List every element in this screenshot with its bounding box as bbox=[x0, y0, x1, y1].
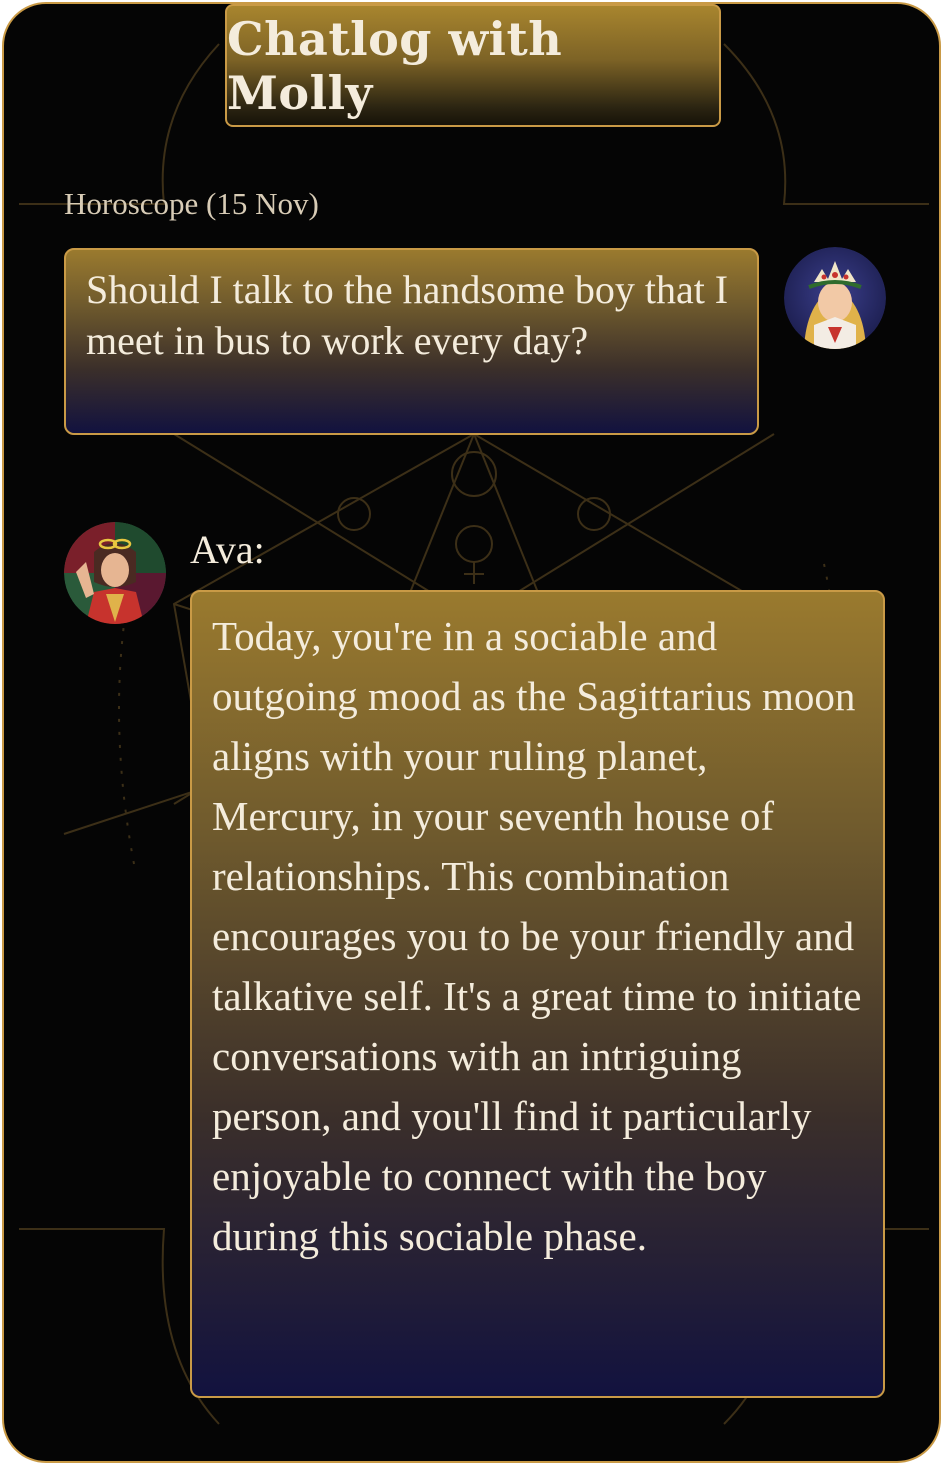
user-avatar[interactable] bbox=[784, 247, 886, 349]
horoscope-date-label: Horoscope (15 Nov) bbox=[64, 186, 319, 221]
reply-speaker-name: Ava: bbox=[190, 527, 265, 572]
ava-avatar[interactable] bbox=[64, 522, 166, 624]
page-title: Chatlog with Molly bbox=[227, 11, 563, 120]
user-message-bubble: Should I talk to the handsome boy that I… bbox=[64, 248, 759, 435]
user-message-text: Should I talk to the handsome boy that I… bbox=[86, 267, 729, 363]
chat-card: Chatlog with Molly Horoscope (15 Nov) Sh… bbox=[2, 2, 941, 1463]
astrologer-avatar-icon bbox=[64, 522, 166, 624]
reply-message-bubble: Today, you're in a sociable and outgoing… bbox=[190, 590, 885, 1398]
crowned-woman-icon bbox=[784, 247, 886, 349]
reply-message-text: Today, you're in a sociable and outgoing… bbox=[212, 613, 862, 1259]
header-title-box: Chatlog with Molly bbox=[225, 4, 721, 127]
